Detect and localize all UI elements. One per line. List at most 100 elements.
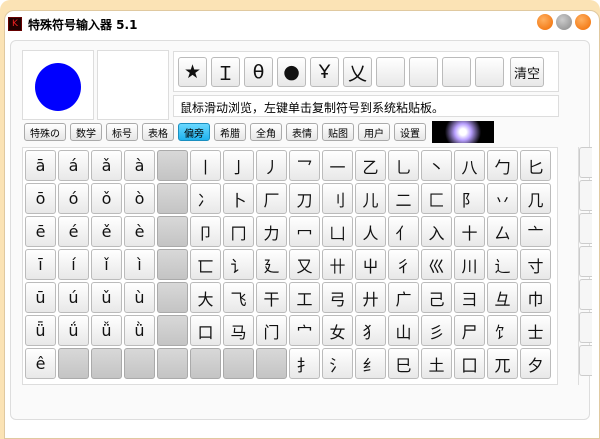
symbol-cell[interactable]: 囗 [454, 348, 485, 379]
symbol-cell[interactable]: 阝 [454, 183, 485, 214]
symbol-cell[interactable]: ǖ [25, 315, 56, 346]
symbol-cell[interactable]: 寸 [520, 249, 551, 280]
symbol-cell[interactable]: 尸 [454, 315, 485, 346]
minimize-button[interactable] [537, 14, 553, 30]
symbol-cell[interactable]: á [58, 150, 89, 181]
symbol-cell[interactable]: 刂 [322, 183, 353, 214]
symbol-cell[interactable]: 工 [289, 282, 320, 313]
symbol-cell[interactable]: 犭 [355, 315, 386, 346]
symbol-cell[interactable]: 乛 [289, 150, 320, 181]
symbol-cell[interactable]: 己 [421, 282, 452, 313]
symbol-cell[interactable]: ê [25, 348, 56, 379]
symbol-cell[interactable] [157, 216, 188, 247]
symbol-cell[interactable]: 彐 [454, 282, 485, 313]
symbol-cell[interactable]: 彑 [487, 282, 518, 313]
symbol-cell[interactable]: 饣 [487, 315, 518, 346]
tab-3[interactable]: 表格 [142, 123, 174, 141]
symbol-cell[interactable]: ó [58, 183, 89, 214]
symbol-cell[interactable]: ò [124, 183, 155, 214]
symbol-cell[interactable]: 亅 [223, 150, 254, 181]
symbol-cell[interactable]: à [124, 150, 155, 181]
symbol-cell[interactable] [157, 150, 188, 181]
symbol-cell[interactable]: 廴 [256, 249, 287, 280]
symbol-cell[interactable]: 川 [454, 249, 485, 280]
symbol-cell[interactable]: 口 [190, 315, 221, 346]
tab-9[interactable]: 用户 [358, 123, 390, 141]
symbol-cell[interactable]: 匚 [421, 183, 452, 214]
symbol-cell[interactable]: ǜ [124, 315, 155, 346]
symbol-cell[interactable]: 乙 [355, 150, 386, 181]
symbol-cell[interactable]: ī [25, 249, 56, 280]
symbol-cell[interactable]: 辶 [487, 249, 518, 280]
symbol-cell[interactable]: 门 [256, 315, 287, 346]
symbol-cell[interactable] [190, 348, 221, 379]
symbol-cell[interactable] [223, 348, 254, 379]
symbol-cell[interactable]: 勹 [487, 150, 518, 181]
symbol-cell[interactable]: í [58, 249, 89, 280]
symbol-cell[interactable]: 巳 [388, 348, 419, 379]
recent-symbol-button[interactable]: Ұ [310, 57, 339, 87]
symbol-cell[interactable]: 冂 [223, 216, 254, 247]
symbol-cell[interactable]: ǔ [91, 282, 122, 313]
tab-7[interactable]: 表情 [286, 123, 318, 141]
symbol-cell[interactable]: 二 [388, 183, 419, 214]
symbol-cell[interactable]: 乚 [388, 150, 419, 181]
symbol-cell[interactable]: 卄 [322, 249, 353, 280]
symbol-cell[interactable]: ě [91, 216, 122, 247]
symbol-cell[interactable]: ǐ [91, 249, 122, 280]
symbol-cell[interactable]: 大 [190, 282, 221, 313]
symbol-cell[interactable]: 儿 [355, 183, 386, 214]
tab-5[interactable]: 希腊 [214, 123, 246, 141]
symbol-cell[interactable]: 弓 [322, 282, 353, 313]
tab-1[interactable]: 数学 [70, 123, 102, 141]
symbol-cell[interactable]: 入 [421, 216, 452, 247]
symbol-cell[interactable] [157, 249, 188, 280]
symbol-cell[interactable]: 匸 [190, 249, 221, 280]
symbol-cell[interactable]: 宀 [289, 315, 320, 346]
recent-symbol-button[interactable]: ● [277, 57, 306, 87]
symbol-cell[interactable]: ǎ [91, 150, 122, 181]
symbol-cell[interactable]: 彡 [421, 315, 452, 346]
tab-2[interactable]: 标号 [106, 123, 138, 141]
symbol-cell[interactable]: 马 [223, 315, 254, 346]
symbol-cell[interactable]: 冖 [289, 216, 320, 247]
symbol-cell[interactable]: 廾 [355, 282, 386, 313]
symbol-cell[interactable]: 扌 [289, 348, 320, 379]
recent-symbol-button[interactable]: 乂 [343, 57, 372, 87]
flash-banner[interactable] [432, 121, 494, 143]
symbol-cell[interactable] [157, 315, 188, 346]
clear-button[interactable]: 清空 [510, 57, 544, 87]
symbol-cell[interactable]: ā [25, 150, 56, 181]
symbol-cell[interactable]: è [124, 216, 155, 247]
symbol-cell[interactable]: 厶 [487, 216, 518, 247]
tab-4[interactable]: 偏旁 [178, 123, 210, 141]
symbol-cell[interactable]: 女 [322, 315, 353, 346]
symbol-cell[interactable]: ǒ [91, 183, 122, 214]
symbol-cell[interactable]: 卩 [190, 216, 221, 247]
tab-8[interactable]: 贴图 [322, 123, 354, 141]
symbol-cell[interactable] [157, 282, 188, 313]
symbol-cell[interactable]: ú [58, 282, 89, 313]
symbol-cell[interactable] [91, 348, 122, 379]
symbol-cell[interactable] [157, 183, 188, 214]
tab-10[interactable]: 设置 [394, 123, 426, 141]
symbol-cell[interactable] [124, 348, 155, 379]
symbol-cell[interactable] [157, 348, 188, 379]
symbol-cell[interactable]: 纟 [355, 348, 386, 379]
symbol-cell[interactable]: 讠 [223, 249, 254, 280]
recent-symbol-button[interactable]: θ [244, 57, 273, 87]
symbol-cell[interactable]: 丨 [190, 150, 221, 181]
symbol-cell[interactable]: ē [25, 216, 56, 247]
symbol-cell[interactable]: ū [25, 282, 56, 313]
symbol-cell[interactable] [58, 348, 89, 379]
symbol-cell[interactable]: 厂 [256, 183, 287, 214]
symbol-cell[interactable]: ō [25, 183, 56, 214]
settings-button[interactable] [556, 14, 572, 30]
symbol-cell[interactable]: 冫 [190, 183, 221, 214]
symbol-cell[interactable]: 一 [322, 150, 353, 181]
symbol-cell[interactable]: 巛 [421, 249, 452, 280]
symbol-cell[interactable]: 屮 [355, 249, 386, 280]
symbol-cell[interactable] [256, 348, 287, 379]
symbol-cell[interactable]: ù [124, 282, 155, 313]
symbol-cell[interactable]: 人 [355, 216, 386, 247]
